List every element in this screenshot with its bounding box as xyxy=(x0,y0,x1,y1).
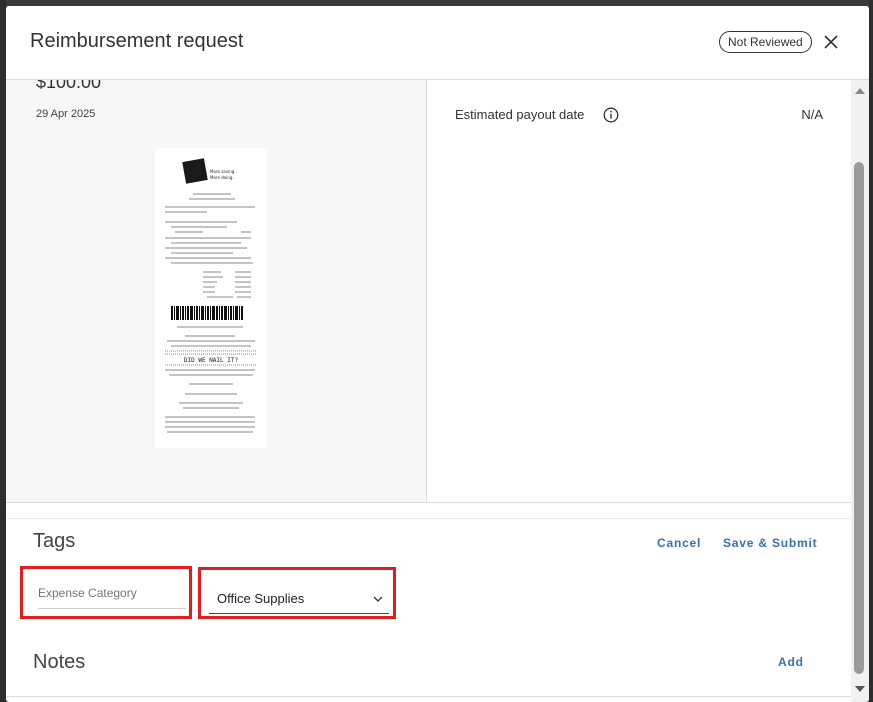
info-icon[interactable] xyxy=(603,107,619,123)
scroll-down-arrow[interactable] xyxy=(855,686,865,692)
expense-category-input[interactable] xyxy=(38,586,186,609)
divider xyxy=(6,518,851,519)
payout-date-label: Estimated payout date xyxy=(455,107,585,122)
receipt-logo-text: More doing. xyxy=(210,175,234,180)
scrollbar[interactable] xyxy=(851,80,869,702)
cancel-button[interactable]: Cancel xyxy=(657,536,701,550)
reimbursement-dialog: Reimbursement request Not Reviewed $100.… xyxy=(6,6,869,702)
details-panel: Estimated payout date N/A xyxy=(427,80,851,502)
close-button[interactable] xyxy=(821,32,841,52)
dialog-header: Reimbursement request Not Reviewed xyxy=(6,6,869,80)
request-date: 29 Apr 2025 xyxy=(36,108,96,120)
add-note-button[interactable]: Add xyxy=(778,655,804,669)
category-select[interactable]: Office Supplies xyxy=(209,589,389,614)
category-select-value: Office Supplies xyxy=(217,591,305,606)
scroll-up-arrow[interactable] xyxy=(855,88,865,94)
backdrop xyxy=(869,0,873,702)
payout-date-value: N/A xyxy=(801,107,823,122)
receipt-image[interactable]: More saving. More doing. DID WE NAIL IT? xyxy=(155,148,267,448)
divider xyxy=(6,502,851,503)
receipt-panel: $100.00 29 Apr 2025 More saving. More do… xyxy=(6,80,427,502)
dialog-title: Reimbursement request xyxy=(30,30,244,52)
scrollbar-thumb[interactable] xyxy=(854,162,864,674)
save-submit-button[interactable]: Save & Submit xyxy=(723,536,817,550)
tags-title: Tags xyxy=(33,530,76,552)
divider xyxy=(6,696,851,697)
receipt-footer-text: DID WE NAIL IT? xyxy=(184,357,239,364)
dialog-body[interactable]: $100.00 29 Apr 2025 More saving. More do… xyxy=(6,80,851,702)
notes-title: Notes xyxy=(33,651,86,673)
amount: $100.00 xyxy=(36,80,102,92)
close-icon xyxy=(824,35,838,49)
status-badge: Not Reviewed xyxy=(719,31,812,53)
chevron-down-icon xyxy=(373,596,383,602)
receipt-logo-text: More saving. xyxy=(210,169,236,174)
